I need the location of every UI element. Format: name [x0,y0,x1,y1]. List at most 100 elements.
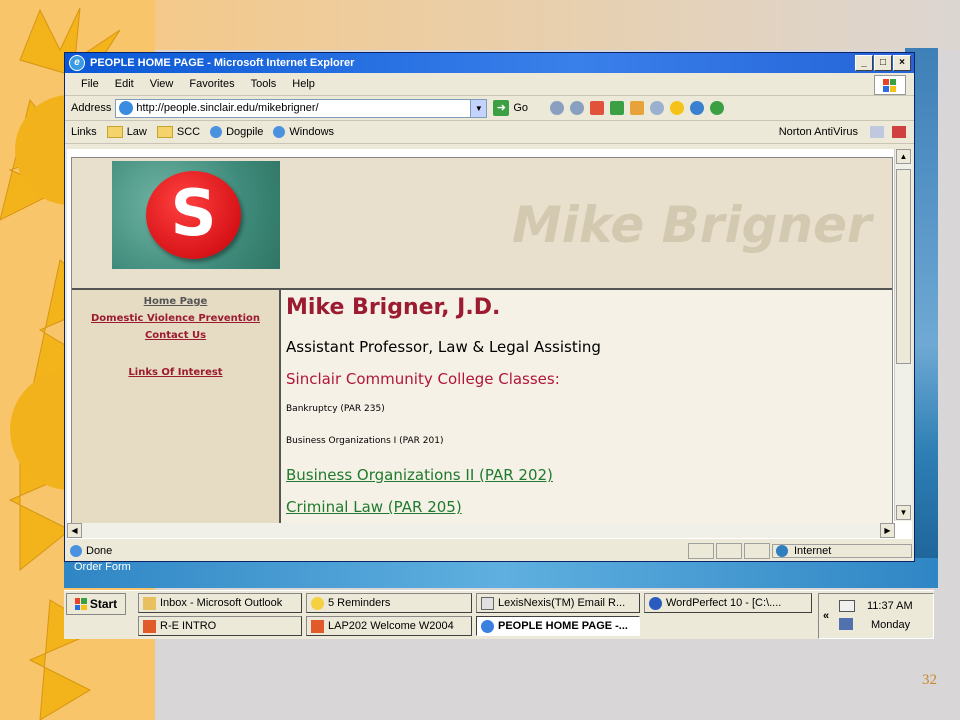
main-content: Mike Brigner, J.D. Assistant Professor, … [286,295,892,516]
task-lap202-label: LAP202 Welcome W2004 [328,620,454,632]
ocean-strip [64,558,938,588]
nav-links-of-interest[interactable]: Links Of Interest [72,367,279,378]
address-input[interactable]: http://people.sinclair.edu/mikebrigner/ … [115,98,488,118]
stop-icon[interactable] [590,101,605,115]
web-page: S Mike Brigner Home Page Domestic Violen… [71,157,893,531]
clock-time[interactable]: 11:37 AM [867,600,913,612]
sinclair-logo: S [112,161,280,269]
links-label: Links [71,126,97,138]
address-bar: Address http://people.sinclair.edu/mikeb… [65,96,914,121]
scroll-up-icon[interactable]: ▲ [896,149,911,164]
media-icon[interactable] [690,101,705,115]
status-page-icon [70,544,82,557]
order-form-label: Order Form [74,561,131,573]
task-lap202[interactable]: LAP202 Welcome W2004 [306,616,472,636]
horizontal-scrollbar[interactable]: ◀ ▶ [67,523,895,538]
ie-icon: e [69,55,85,71]
scroll-thumb[interactable] [896,169,911,364]
start-label: Start [89,597,118,611]
email-icon [481,596,494,610]
class-business-org-2-link[interactable]: Business Organizations II (PAR 202) [286,466,892,484]
menu-file[interactable]: File [73,78,107,90]
refresh-icon[interactable] [610,101,625,115]
start-button[interactable]: Start [66,593,126,615]
windows-logo-icon [874,75,906,95]
ie-page-icon [210,126,223,138]
task-outlook[interactable]: Inbox - Microsoft Outlook [138,593,302,613]
banner-name: Mike Brigner [512,196,872,254]
norton-antivirus[interactable]: Norton AntiVirus [779,126,858,138]
title-bar[interactable]: e PEOPLE HOME PAGE - Microsoft Internet … [65,53,914,73]
menu-tools[interactable]: Tools [243,78,285,90]
zone-text: Internet [794,544,832,557]
link-dogpile[interactable]: Dogpile [210,126,263,138]
search-icon[interactable] [650,101,665,115]
norton-icon[interactable] [870,126,884,138]
network-tray-icon[interactable] [839,618,853,630]
nav-contact-us[interactable]: Contact Us [72,330,279,341]
link-law[interactable]: Law [106,126,147,138]
back-icon[interactable] [550,101,565,115]
link-scc-label: SCC [176,126,201,138]
address-url: http://people.sinclair.edu/mikebrigner/ [136,102,319,114]
menu-edit[interactable]: Edit [107,78,142,90]
task-people-home-page[interactable]: PEOPLE HOME PAGE -... [476,616,640,636]
slide-top-band [155,0,960,50]
task-reminders-label: 5 Reminders [328,597,391,609]
class-criminal-law-link[interactable]: Criminal Law (PAR 205) [286,498,892,516]
class-business-org-1: Business Organizations I (PAR 201) [286,436,444,446]
address-label: Address [71,102,112,114]
page-title: Mike Brigner, J.D. [286,295,501,320]
ie-icon [481,619,494,633]
home-icon[interactable] [630,101,645,115]
task-wordperfect[interactable]: WordPerfect 10 - [C:\.... [644,593,812,613]
folder-icon [156,126,173,138]
tray-expand-icon[interactable]: « [823,610,829,622]
toolbar-extra-icon[interactable] [892,126,906,138]
status-bar: Done Internet [67,542,912,559]
outlook-icon [143,596,156,610]
status-pane [716,542,742,559]
minimize-button[interactable]: _ [855,55,873,71]
menu-help[interactable]: Help [284,78,323,90]
links-bar: Links Law SCC Dogpile Windows Norton Ant… [65,121,914,144]
sinclair-s-logo-icon: S [146,171,241,259]
go-button[interactable]: ➜ Go [493,100,528,116]
scroll-down-icon[interactable]: ▼ [896,505,911,520]
task-reminders[interactable]: 5 Reminders [306,593,472,613]
menu-favorites[interactable]: Favorites [181,78,242,90]
ie-page-icon [273,126,286,138]
slide-number: 32 [922,672,937,688]
folder-icon [106,126,123,138]
page-icon [119,101,134,115]
system-tray: « 11:37 AM Monday [818,593,934,639]
close-button[interactable]: × [893,55,911,71]
class-bankruptcy: Bankruptcy (PAR 235) [286,404,385,414]
left-nav: Home Page Domestic Violence Prevention C… [72,290,281,530]
vertical-scrollbar[interactable]: ▲ ▼ [894,149,912,521]
favorites-icon[interactable] [670,101,685,115]
scroll-right-icon[interactable]: ▶ [880,523,895,538]
nav-domestic-violence[interactable]: Domestic Violence Prevention [72,313,279,324]
go-arrow-icon: ➜ [493,100,510,116]
ie-window: e PEOPLE HOME PAGE - Microsoft Internet … [64,52,915,562]
address-dropdown[interactable]: ▼ [470,99,487,117]
mail-tray-icon[interactable] [839,600,855,612]
link-windows[interactable]: Windows [273,126,334,138]
forward-icon[interactable] [570,101,585,115]
reminder-bell-icon [311,596,324,610]
task-lexisnexis[interactable]: LexisNexis(TM) Email R... [476,593,640,613]
wordperfect-icon [649,596,662,610]
menu-bar: File Edit View Favorites Tools Help [65,73,914,96]
nav-home-page[interactable]: Home Page [72,296,279,307]
maximize-button[interactable]: □ [874,55,892,71]
history-icon[interactable] [710,101,725,115]
task-re-intro-label: R-E INTRO [160,620,217,632]
status-pane [744,542,770,559]
link-scc[interactable]: SCC [156,126,201,138]
task-lexisnexis-label: LexisNexis(TM) Email R... [498,597,626,609]
taskbar: Start Inbox - Microsoft Outlook 5 Remind… [64,590,934,639]
task-re-intro[interactable]: R-E INTRO [138,616,302,636]
scroll-left-icon[interactable]: ◀ [67,523,82,538]
menu-view[interactable]: View [142,78,182,90]
